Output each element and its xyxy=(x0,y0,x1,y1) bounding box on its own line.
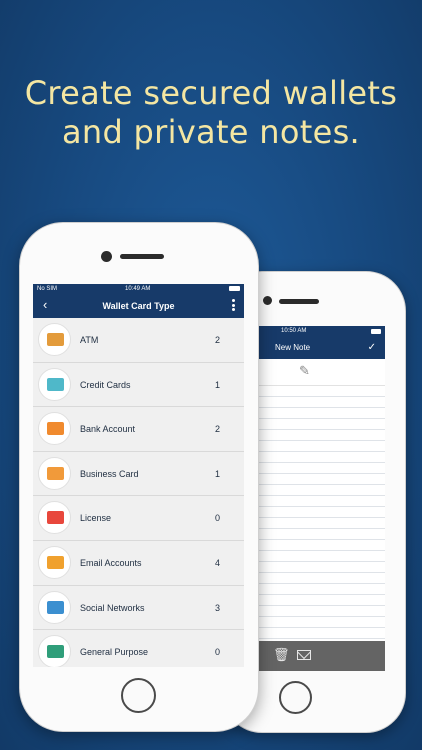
list-item-count: 2 xyxy=(214,424,220,435)
icon-circle xyxy=(38,545,71,579)
list-item-count: 1 xyxy=(214,468,220,479)
speaker xyxy=(279,299,319,304)
icon-circle xyxy=(38,501,71,535)
list-item-label: Bank Account xyxy=(80,424,136,435)
battery-icon xyxy=(371,329,381,334)
speaker xyxy=(120,254,164,259)
list-item-label: Business Card xyxy=(80,468,139,479)
note-title: New Note xyxy=(275,343,311,352)
list-item-count: 2 xyxy=(214,335,220,345)
icon-circle xyxy=(38,635,71,667)
list-item-count: 0 xyxy=(214,513,220,524)
list-item-label: License xyxy=(80,513,112,524)
license-icon xyxy=(47,511,64,525)
home-button[interactable] xyxy=(279,681,312,714)
list-item[interactable]: Bank Account 2 xyxy=(33,407,244,452)
status-bar: No SIM 10:49 AM xyxy=(33,284,244,294)
icon-circle xyxy=(38,412,71,446)
check-icon[interactable]: ✓ xyxy=(368,337,376,359)
piggy-bank-icon xyxy=(47,422,64,436)
trash-icon[interactable]: 🗑 xyxy=(273,647,290,663)
status-time: 10:49 AM xyxy=(125,286,151,292)
headline-line-2: and private notes. xyxy=(61,113,361,151)
note-edit-bar: ✎ xyxy=(255,359,385,386)
atm-card-icon xyxy=(47,333,64,346)
envelope-icon xyxy=(47,555,64,569)
icon-circle xyxy=(38,590,71,624)
list-item-label: Email Accounts xyxy=(80,557,142,568)
more-vertical-icon[interactable] xyxy=(232,299,235,313)
list-item-label: General Purpose xyxy=(80,647,149,658)
carrier-label: No SIM xyxy=(37,286,58,292)
list-item[interactable]: Email Accounts 4 xyxy=(33,540,244,586)
icon-circle xyxy=(38,456,71,490)
note-status-time: 10:50 AM xyxy=(281,328,307,334)
list-item[interactable]: ATM 2 xyxy=(33,318,244,363)
note-screen: 10:50 AM New Note ✓ ✎ 🗑 xyxy=(255,326,385,671)
business-card-icon xyxy=(47,466,64,480)
list-item[interactable]: Credit Cards 1 xyxy=(33,362,244,408)
icon-circle xyxy=(38,367,71,401)
list-item[interactable]: Business Card 1 xyxy=(33,451,244,497)
list-item-count: 3 xyxy=(214,602,220,613)
list-item[interactable]: General Purpose 0 xyxy=(33,630,244,667)
note-text-area[interactable] xyxy=(255,386,385,641)
list-item[interactable]: Social Networks 3 xyxy=(33,585,244,631)
note-toolbar: 🗑 xyxy=(255,641,385,671)
card-type-list: ATM 2 Credit Cards 1 Bank Account 2 Business C… xyxy=(33,318,244,667)
credit-card-icon xyxy=(47,377,64,391)
wallet-screen: No SIM 10:49 AM ‹ Wallet Card Type ATM 2 C… xyxy=(33,284,244,667)
list-item[interactable]: License 0 xyxy=(33,496,244,541)
social-network-icon xyxy=(47,600,64,614)
headline: Create secured wallets and private notes… xyxy=(0,74,422,152)
home-button[interactable] xyxy=(121,678,156,713)
note-status-bar: 10:50 AM xyxy=(255,326,385,337)
list-item-count: 0 xyxy=(214,647,220,658)
list-item-label: ATM xyxy=(80,335,99,345)
pencil-icon[interactable]: ✎ xyxy=(299,363,310,379)
list-item-label: Credit Cards xyxy=(80,379,131,390)
headline-line-1: Create secured wallets xyxy=(24,74,398,112)
battery-icon xyxy=(229,286,240,291)
page-title: Wallet Card Type xyxy=(102,301,175,311)
mail-icon[interactable] xyxy=(297,650,311,660)
note-nav-bar: New Note ✓ xyxy=(255,337,385,359)
icon-circle xyxy=(38,323,71,356)
camera xyxy=(263,296,272,305)
general-purpose-icon xyxy=(47,645,64,659)
camera xyxy=(101,251,112,262)
list-item-label: Social Networks xyxy=(80,602,145,613)
nav-bar: ‹ Wallet Card Type xyxy=(33,294,244,318)
list-item-count: 4 xyxy=(214,557,220,568)
list-item-count: 1 xyxy=(214,379,220,390)
